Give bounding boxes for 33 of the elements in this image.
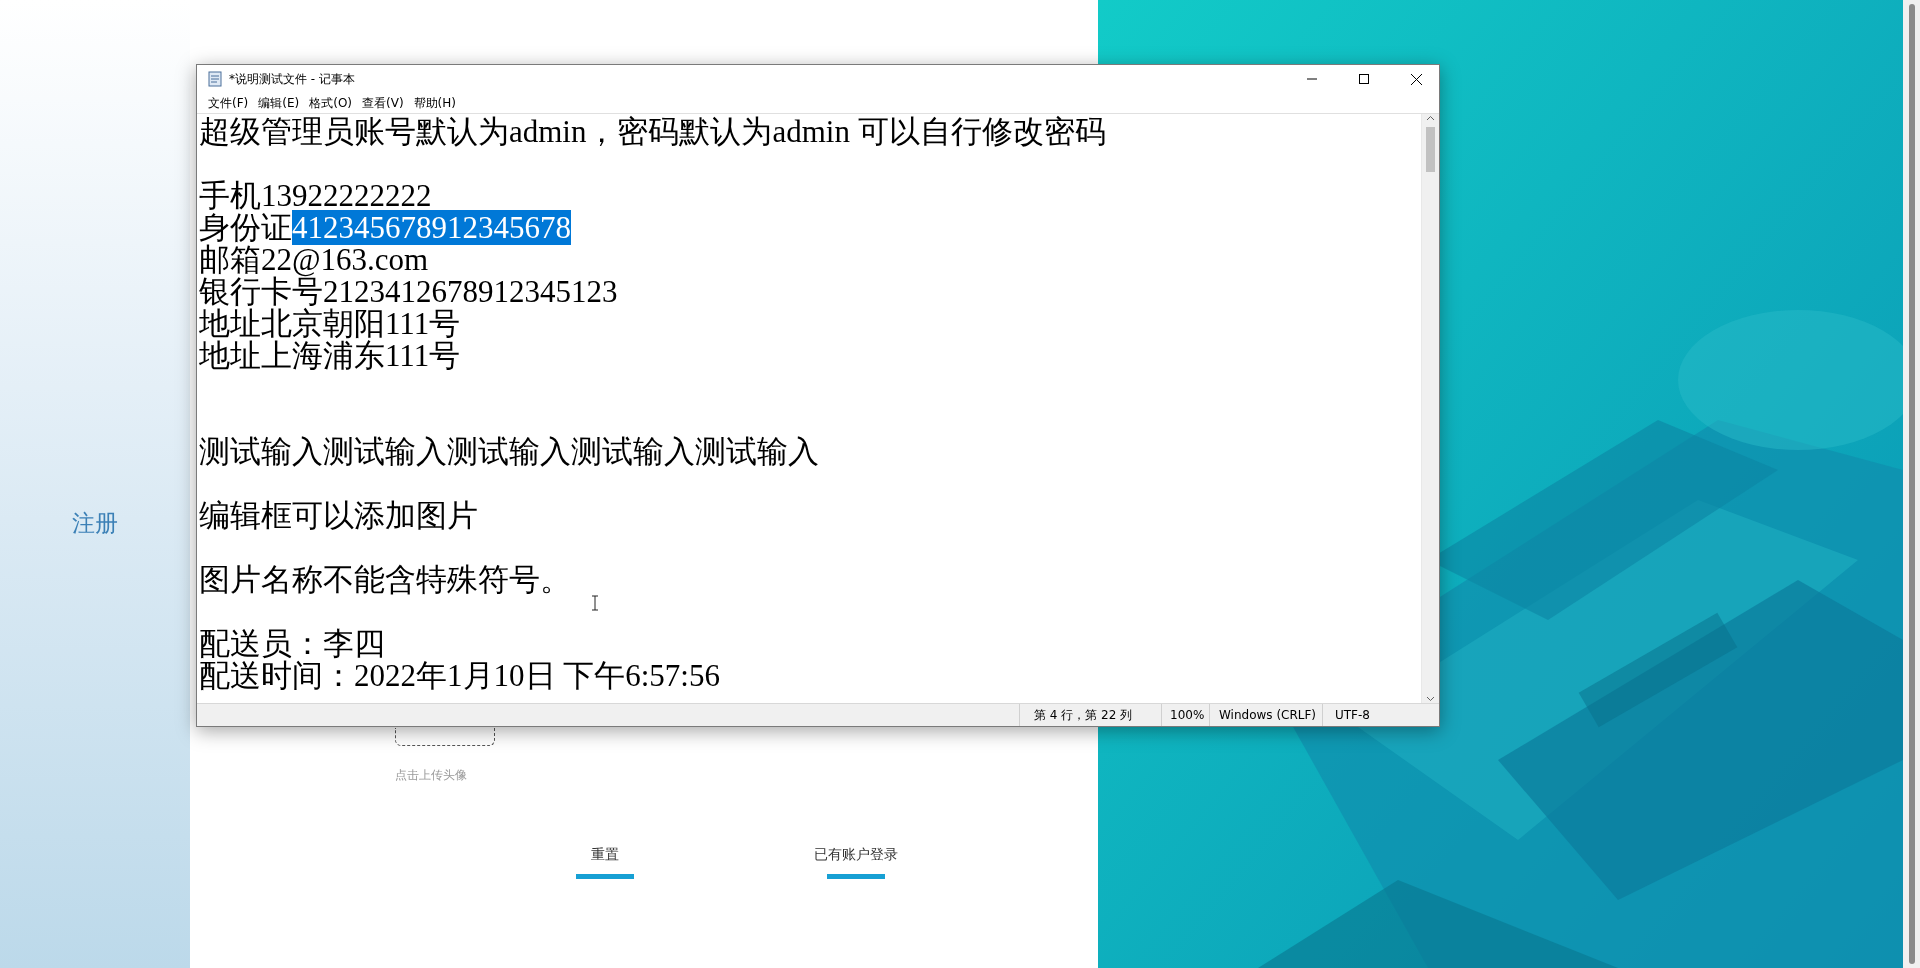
text-button[interactable]: 已有账户登录 [811,846,901,879]
maximize-icon [1359,74,1369,84]
text-line: 图片名称不能含特殊符号。 [199,562,571,597]
text-cursor-icon [591,595,599,611]
encoding: UTF-8 [1335,708,1370,722]
text-line: 手机13922222222 [199,178,432,213]
scrollbar[interactable] [1421,114,1439,703]
avatar-upload-box[interactable] [395,728,495,746]
page-scrollbar[interactable] [1903,0,1920,968]
selected-text: 412345678912345678 [292,210,571,245]
text-line: 编辑框可以添加图片 [199,498,478,533]
menu-item[interactable]: 格式(O) [304,94,358,112]
cursor-position: 第 4 行，第 22 列 [1034,706,1133,724]
text-line: 地址北京朝阳111号 [199,306,461,341]
menu-item[interactable]: 帮助(H) [408,94,461,112]
scroll-down-icon[interactable] [1426,694,1435,703]
text-line: 测试输入测试输入测试输入测试输入测试输入 [199,434,819,469]
notepad-icon [207,71,223,87]
menu-item[interactable]: 文件(F) [203,94,254,112]
menu-item[interactable]: 查看(V) [357,94,409,112]
upload-hint: 点击上传头像 [395,767,467,784]
zoom-level: 100% [1170,708,1205,722]
text-line: 身份证 [199,210,292,245]
text-button[interactable]: 重置 [560,846,650,879]
line-ending: Windows (CRLF) [1219,708,1317,722]
window-title: *说明测试文件 - 记事本 [229,70,356,88]
text-line: 地址上海浦东111号 [199,338,461,373]
text-line: 邮箱22@163.com [199,242,429,277]
close-icon [1410,73,1422,85]
scroll-up-icon[interactable] [1426,114,1435,123]
scrollbar-thumb[interactable] [1426,127,1435,172]
text-line: 超级管理员账号默认为admin，密码默认为admin 可以自行修改密码 [199,114,1106,149]
menu-item[interactable]: 编辑(E) [253,94,305,112]
